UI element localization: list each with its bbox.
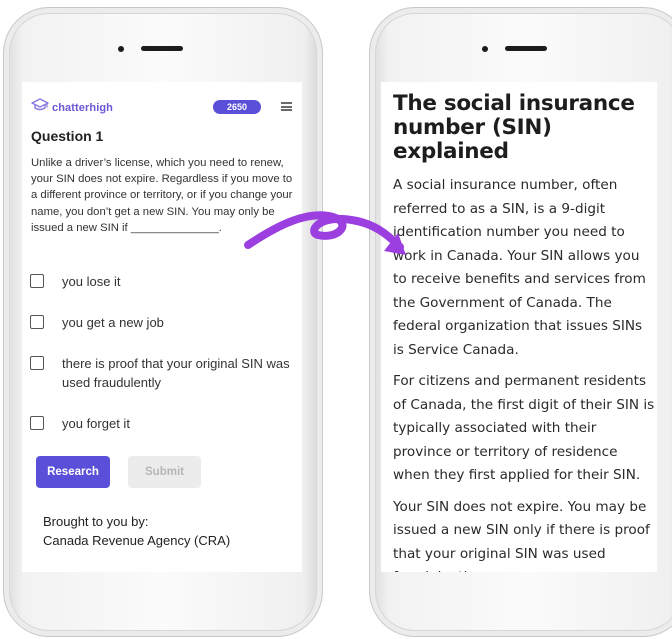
article-paragraph: Your SIN does not expire. You may be iss… bbox=[393, 498, 650, 573]
question-title: Question 1 bbox=[31, 128, 104, 144]
answer-label: there is proof that your original SIN wa… bbox=[62, 356, 290, 390]
sponsor-label: Brought to you by: bbox=[43, 514, 149, 529]
phone-right: The social insurance number (SIN) explai… bbox=[369, 7, 672, 637]
answer-option[interactable]: there is proof that your original SIN wa… bbox=[30, 354, 298, 392]
sponsor-org: Canada Revenue Agency (CRA) bbox=[43, 533, 231, 548]
app-screen: chatterhigh 2650 Question 1 Unlike a dri… bbox=[22, 82, 302, 572]
curved-arrow-icon bbox=[244, 211, 406, 255]
phone-left: chatterhigh 2650 Question 1 Unlike a dri… bbox=[3, 7, 323, 637]
camera-dot bbox=[482, 46, 488, 52]
hamburger-menu-icon[interactable] bbox=[281, 102, 292, 111]
article-paragraph: For citizens and permanent residents of … bbox=[393, 373, 655, 483]
answer-options: you lose it you get a new job there is p… bbox=[30, 272, 298, 455]
answer-checkbox[interactable] bbox=[30, 274, 44, 288]
answer-label: you lose it bbox=[62, 274, 121, 289]
answer-option[interactable]: you forget it bbox=[30, 414, 298, 433]
answer-label: you get a new job bbox=[62, 315, 164, 330]
article-screen: The social insurance number (SIN) explai… bbox=[381, 82, 657, 572]
logo-text: chatterhigh bbox=[52, 101, 113, 114]
app-header: chatterhigh 2650 bbox=[31, 98, 293, 116]
research-button[interactable]: Research bbox=[36, 456, 110, 488]
speaker-bar bbox=[505, 46, 547, 51]
answer-checkbox[interactable] bbox=[30, 315, 44, 329]
submit-button[interactable]: Submit bbox=[128, 456, 201, 488]
article-paragraph: A social insurance number, often referre… bbox=[393, 177, 646, 358]
points-badge[interactable]: 2650 bbox=[213, 100, 261, 114]
graduation-cap-icon bbox=[31, 98, 49, 117]
article: The social insurance number (SIN) explai… bbox=[393, 91, 655, 573]
logo[interactable]: chatterhigh bbox=[31, 98, 113, 117]
answer-label: you forget it bbox=[62, 416, 130, 431]
answer-checkbox[interactable] bbox=[30, 356, 44, 370]
answer-checkbox[interactable] bbox=[30, 416, 44, 430]
speaker-bar bbox=[141, 46, 183, 51]
article-title: The social insurance number (SIN) explai… bbox=[393, 91, 635, 164]
answer-option[interactable]: you get a new job bbox=[30, 313, 298, 332]
camera-dot bbox=[118, 46, 124, 52]
